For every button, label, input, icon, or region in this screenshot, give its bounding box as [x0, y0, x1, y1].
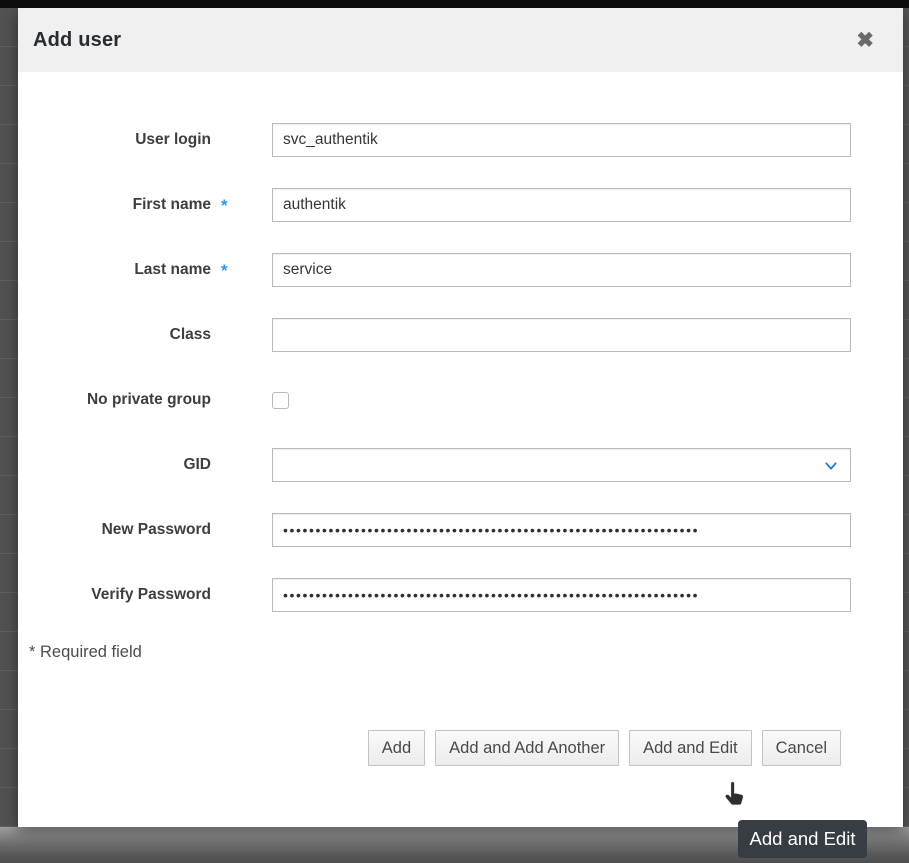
new-password-label: New Password: [29, 521, 211, 539]
background-navbar-overlay: [0, 0, 909, 8]
add-button[interactable]: Add: [368, 730, 425, 766]
field-row-last-name: Last name *: [29, 253, 851, 287]
class-input[interactable]: [272, 318, 851, 352]
last-name-input[interactable]: [272, 253, 851, 287]
required-field-note: * Required field: [29, 643, 851, 662]
dialog-footer: Add Add and Add Another Add and Edit Can…: [29, 730, 851, 766]
dialog-body: User login First name * Last name * Clas…: [18, 72, 903, 766]
field-row-first-name: First name *: [29, 188, 851, 222]
first-name-input[interactable]: [272, 188, 851, 222]
gid-select[interactable]: [272, 448, 851, 482]
dialog-header: Add user ✖: [18, 8, 903, 72]
chevron-down-icon: [823, 458, 839, 474]
required-mark: *: [211, 262, 272, 279]
new-password-input[interactable]: [272, 513, 851, 547]
add-and-edit-tooltip: Add and Edit: [738, 820, 867, 858]
add-and-add-another-button[interactable]: Add and Add Another: [435, 730, 619, 766]
field-row-new-password: New Password: [29, 513, 851, 547]
verify-password-input[interactable]: [272, 578, 851, 612]
no-private-group-checkbox[interactable]: [272, 392, 289, 409]
background-table-overlay-right: [903, 8, 909, 827]
class-label: Class: [29, 326, 211, 344]
user-login-input[interactable]: [272, 123, 851, 157]
verify-password-label: Verify Password: [29, 586, 211, 604]
dialog-title: Add user: [33, 29, 121, 52]
add-user-dialog: Add user ✖ User login First name * Last …: [18, 8, 903, 827]
field-row-class: Class: [29, 318, 851, 352]
field-row-user-login: User login: [29, 123, 851, 157]
close-icon[interactable]: ✖: [854, 28, 876, 53]
field-row-no-private-group: No private group: [29, 383, 851, 417]
add-and-edit-button[interactable]: Add and Edit: [629, 730, 752, 766]
user-login-label: User login: [29, 131, 211, 149]
field-row-gid: GID: [29, 448, 851, 482]
background-table-overlay-left: [0, 8, 18, 827]
required-mark: *: [211, 197, 272, 214]
cancel-button[interactable]: Cancel: [762, 730, 841, 766]
first-name-label: First name: [29, 196, 211, 214]
last-name-label: Last name: [29, 261, 211, 279]
field-row-verify-password: Verify Password: [29, 578, 851, 612]
gid-label: GID: [29, 456, 211, 474]
no-private-group-label: No private group: [29, 391, 211, 409]
